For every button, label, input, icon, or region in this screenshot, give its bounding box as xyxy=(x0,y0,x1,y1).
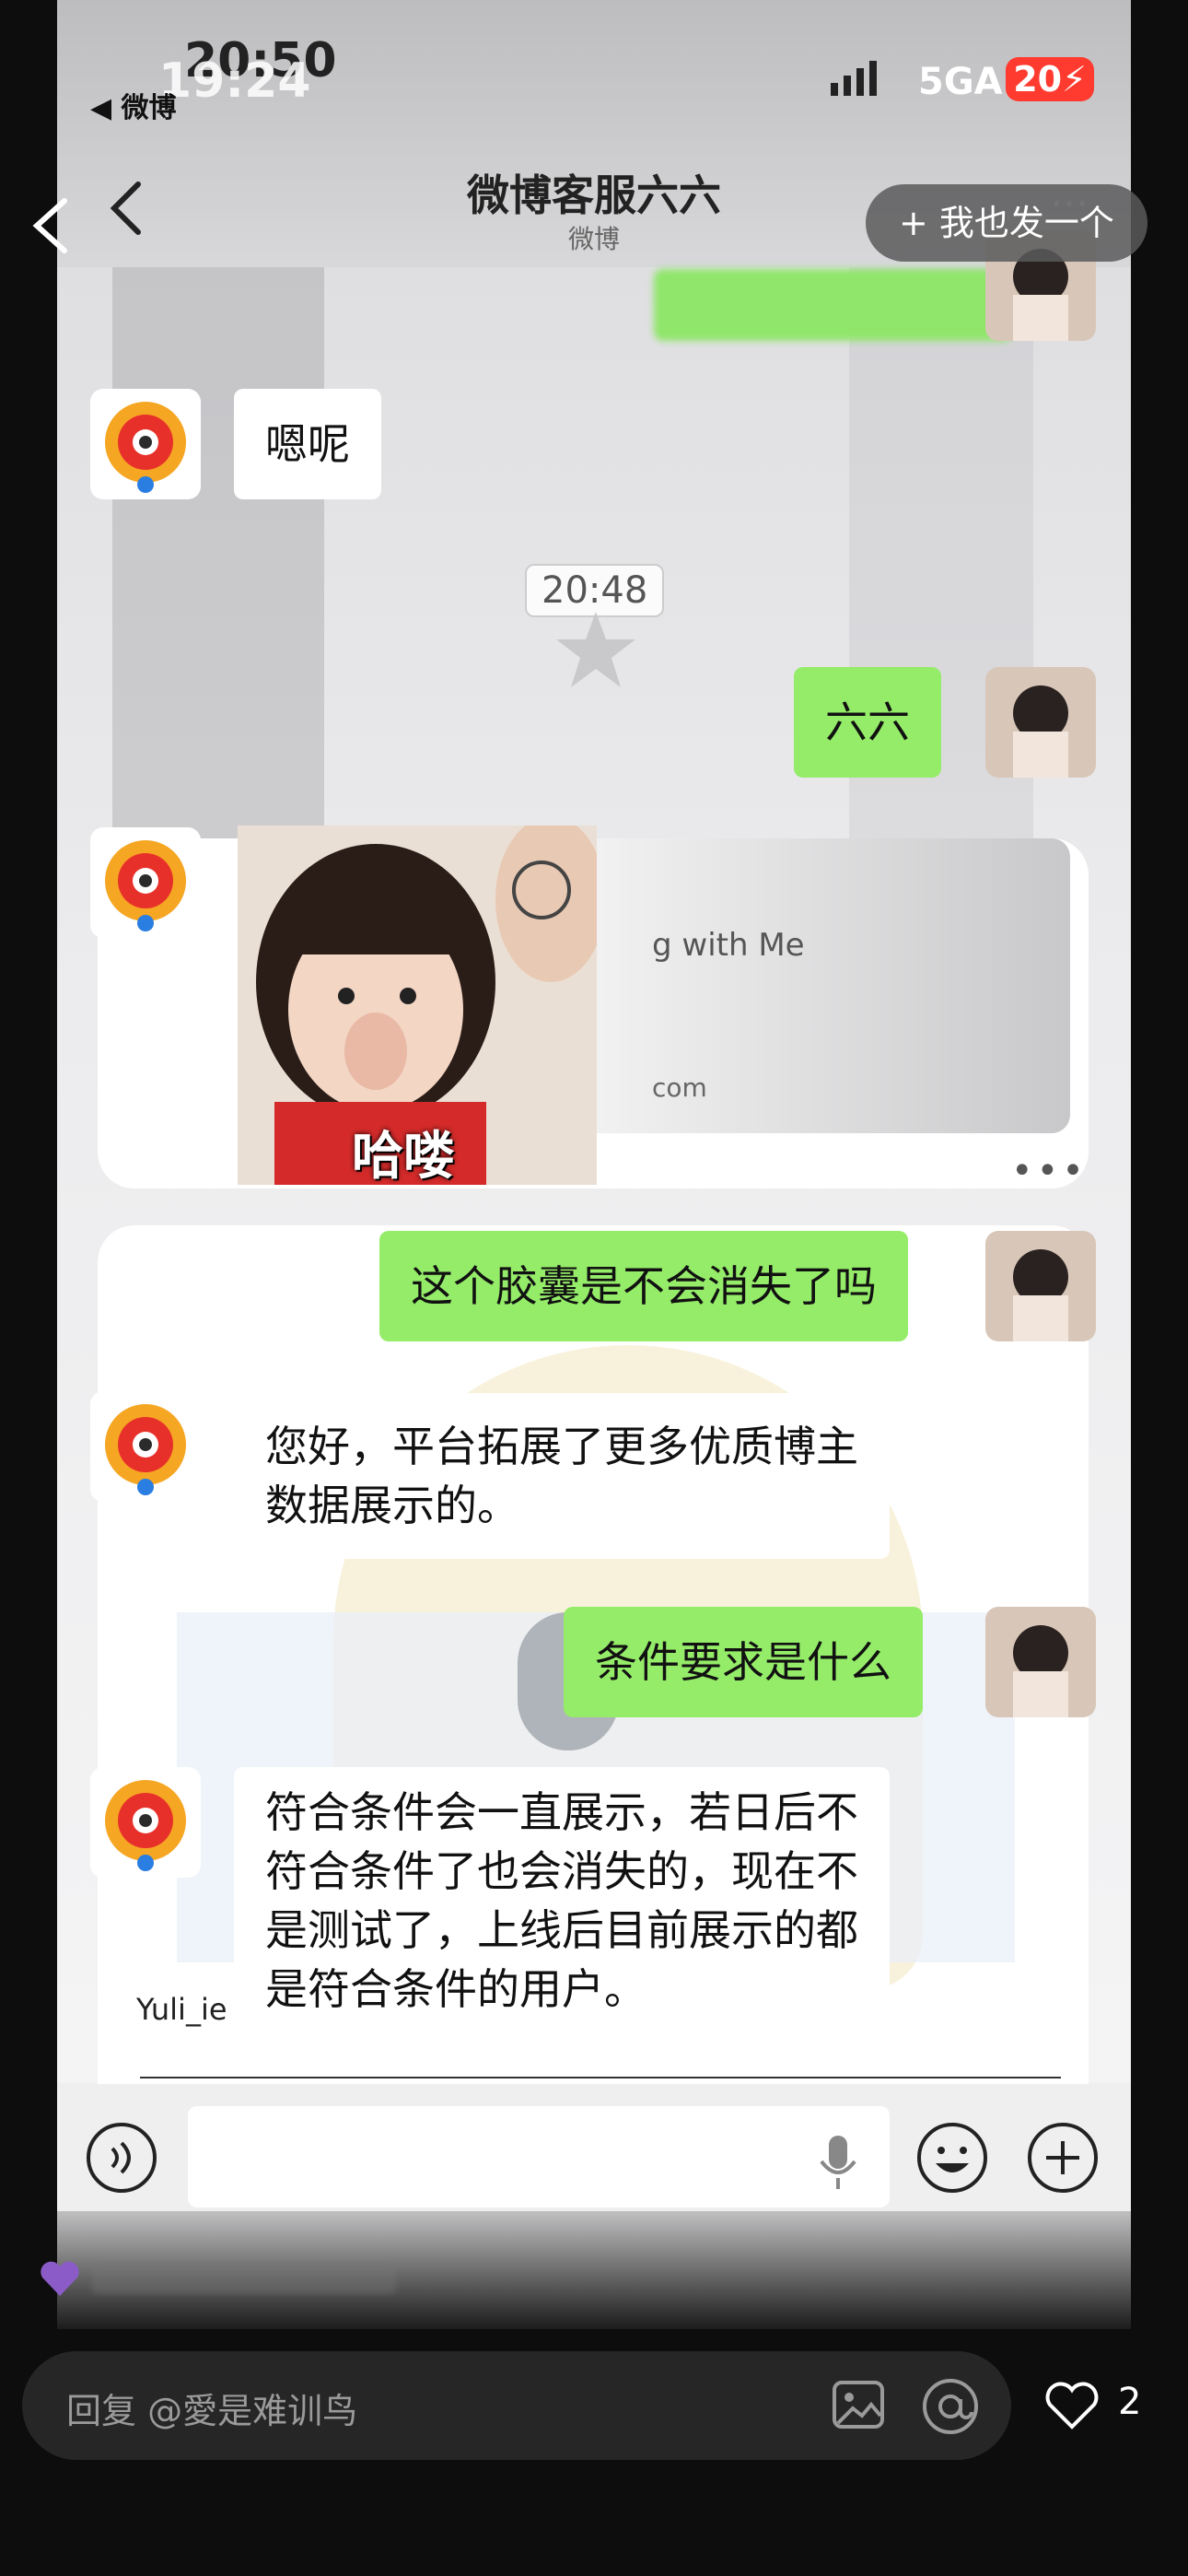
user-avatar xyxy=(985,1231,1096,1341)
service-avatar xyxy=(90,1391,201,1502)
message-bubble: 嗯呢 xyxy=(234,389,381,499)
like-count: 2 xyxy=(1118,2381,1142,2423)
mention-icon[interactable] xyxy=(921,2377,980,2436)
screenshot-panel: 20:50 19:24 ◀ 微博 5GA 20⚡ 微博客服六六 微博 嗯呢 20… xyxy=(57,0,1131,2329)
card-more-icon[interactable]: ••• xyxy=(1011,1150,1088,1192)
back-to-app[interactable]: ◀ 微博 xyxy=(90,85,177,125)
star-decor xyxy=(554,608,637,691)
username-fragment: Yuli_ie xyxy=(136,1992,227,2027)
like-icon[interactable] xyxy=(1042,2377,1101,2432)
post-same-button[interactable]: + 我也发一个 xyxy=(866,184,1147,262)
image-icon[interactable] xyxy=(831,2377,886,2432)
card-preview xyxy=(554,838,1070,1133)
user-avatar xyxy=(985,667,1096,778)
blurred-caption xyxy=(92,2263,396,2294)
curtain-decor xyxy=(112,267,324,838)
message-bubble: 六六 xyxy=(794,667,941,778)
sticker-caption: 哈喽 xyxy=(352,1127,455,1187)
outer-back-icon[interactable] xyxy=(28,193,74,258)
signal-icon xyxy=(831,61,886,98)
message-bubble: 符合条件会一直展示，若日后不 符合条件了也会消失的，现在不 是测试了，上线后目前… xyxy=(234,1767,890,2034)
chat-text-input[interactable] xyxy=(188,2106,890,2207)
message-bubble: 这个胶囊是不会消失了吗 xyxy=(379,1231,908,1341)
microphone-icon[interactable] xyxy=(810,2130,866,2195)
service-avatar xyxy=(90,827,201,938)
plus-icon[interactable] xyxy=(1026,2121,1100,2195)
comment-placeholder[interactable]: 回复 @愛是难训鸟 xyxy=(66,2383,357,2433)
voice-icon[interactable] xyxy=(85,2121,158,2195)
network-label: 5GA xyxy=(918,61,1003,103)
service-avatar xyxy=(90,1767,201,1878)
battery-icon: 20⚡ xyxy=(1006,57,1094,101)
heart-decor-icon xyxy=(37,2255,83,2301)
blurred-message xyxy=(654,269,1013,341)
card-text: com xyxy=(652,1072,707,1103)
service-avatar xyxy=(90,389,201,499)
status-time-front: 19:24 xyxy=(158,53,311,109)
message-bubble: 条件要求是什么 xyxy=(564,1607,923,1717)
user-avatar xyxy=(985,1607,1096,1717)
emoji-icon[interactable] xyxy=(915,2121,989,2195)
message-bubble: 您好，平台拓展了更多优质博主 数据展示的。 xyxy=(234,1393,890,1559)
divider xyxy=(140,2077,1061,2078)
card-text: g with Me xyxy=(652,927,805,964)
battery-level: 20 xyxy=(1013,59,1063,100)
